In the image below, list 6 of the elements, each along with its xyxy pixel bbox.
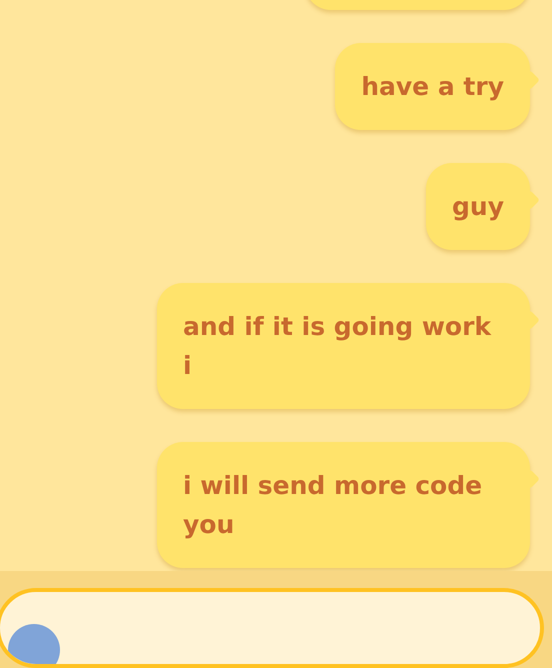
message-text: guy bbox=[452, 192, 504, 221]
message-text: and if it is going work i bbox=[183, 312, 492, 380]
avatar bbox=[8, 624, 60, 664]
message-text: i will send more code you bbox=[183, 471, 482, 539]
message-input-panel[interactable] bbox=[0, 588, 544, 668]
message-text: have a try bbox=[361, 72, 504, 101]
